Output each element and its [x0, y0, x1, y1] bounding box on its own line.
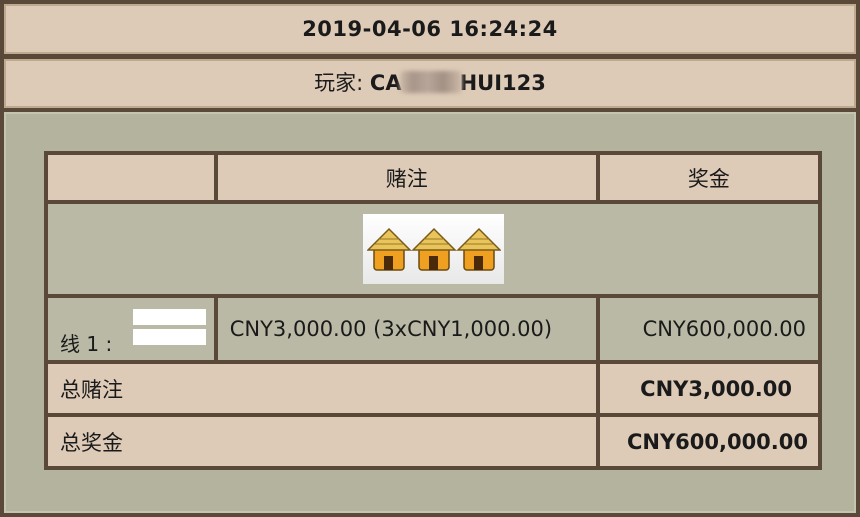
reel-symbols: [362, 214, 504, 284]
result-panel: 赌注 奖金 线 1: CNY3,000.00 (3xCNY1,000.00) …: [4, 112, 856, 513]
player-name-end: HUI123: [459, 71, 546, 95]
header-prize: 奖金: [599, 155, 818, 200]
line-row: 线 1 : CNY3,000.00 (3xCNY1,000.00) CNY600…: [48, 298, 818, 360]
datetime-bar: 2019-04-06 16:24:24: [4, 4, 856, 54]
total-prize-row: 总奖金 CNY600,000.00: [48, 417, 818, 466]
total-prize-value: CNY600,000.00: [599, 417, 818, 466]
symbol-row: [48, 204, 818, 294]
player-label: 玩家:: [314, 71, 364, 95]
slot-result-frame: 2019-04-06 16:24:24 玩家: CA HUI123 赌注 奖金: [0, 0, 860, 517]
line-cell: 线 1 :: [48, 298, 214, 360]
datetime-text: 2019-04-06 16:24:24: [302, 17, 558, 41]
result-table: 赌注 奖金 线 1: CNY3,000.00 (3xCNY1,000.00) …: [44, 151, 822, 470]
hut-icon: [455, 227, 501, 271]
line-indicator-top: [133, 309, 206, 325]
hut-icon: [410, 227, 457, 271]
line-bet: CNY3,000.00 (3xCNY1,000.00): [217, 298, 596, 360]
hut-icon: [366, 227, 412, 271]
header-empty: [48, 155, 214, 200]
header-bet: 赌注: [217, 155, 596, 200]
header-row: 赌注 奖金: [48, 155, 818, 200]
total-bet-value: CNY3,000.00: [599, 364, 818, 413]
line-label: 线 1 :: [60, 332, 113, 356]
total-prize-label: 总奖金: [48, 417, 596, 466]
total-bet-label: 总赌注: [48, 364, 596, 413]
symbol-cell: [48, 204, 818, 294]
hut-icons: [366, 227, 501, 271]
redacted-blur: [399, 71, 462, 93]
player-bar: 玩家: CA HUI123: [4, 59, 856, 108]
player-name-start: CA: [369, 71, 402, 95]
line-indicator-bottom: [133, 329, 206, 345]
total-bet-row: 总赌注 CNY3,000.00: [48, 364, 818, 413]
line-prize: CNY600,000.00: [599, 298, 818, 360]
